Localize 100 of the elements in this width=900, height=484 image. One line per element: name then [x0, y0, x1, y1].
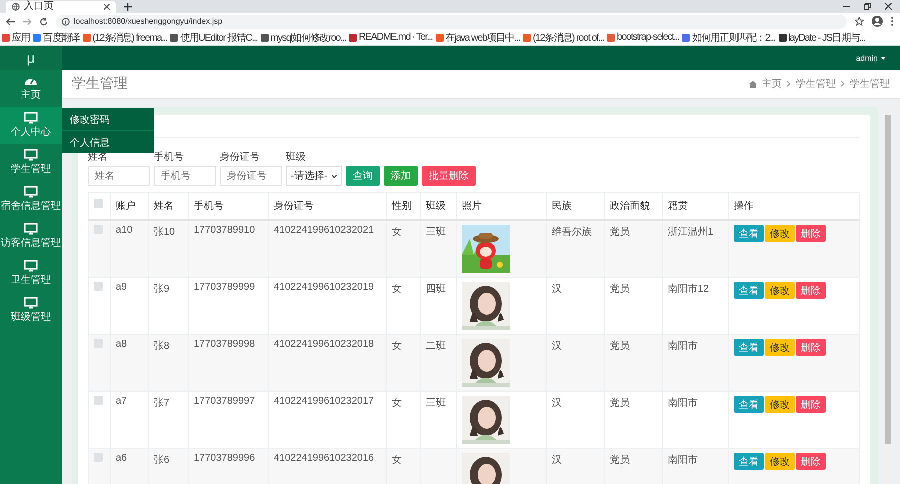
breadcrumb-link[interactable]: 学生管理	[850, 77, 890, 91]
bookmark-link[interactable]: 使用UEditor 报错C...	[180, 30, 258, 44]
row-action-button[interactable]: 查看	[734, 396, 764, 413]
bookmark-link[interactable]: mysql如何修改roo...	[270, 30, 346, 44]
action-button[interactable]: 批量删除	[422, 166, 476, 186]
sidebar-item[interactable]: 访客信息管理	[0, 218, 62, 255]
bookmark-link[interactable]: (12条消息) freema...	[92, 30, 168, 44]
submenu-item[interactable]: 修改密码	[62, 108, 154, 130]
table-cell: a6	[110, 448, 148, 484]
table-cell: 党员	[604, 448, 662, 484]
table-cell: a10	[110, 220, 148, 278]
field-label: 身份证号	[220, 151, 261, 164]
sidebar-item[interactable]: 主页	[0, 70, 62, 107]
home-icon	[749, 80, 757, 88]
row-action-button[interactable]: 删除	[796, 339, 826, 356]
sidebar-item[interactable]: 宿舍信息管理	[0, 181, 62, 218]
page-title: 学生管理	[72, 75, 128, 93]
table-cell: 党员	[604, 334, 662, 392]
bookmark-link[interactable]: 在java web项目中...	[446, 30, 520, 44]
table-cell: 410224199610232018	[268, 334, 386, 392]
close-icon[interactable]	[885, 3, 892, 10]
row-action-button[interactable]: 修改	[765, 339, 795, 356]
table-cell: 汉	[546, 448, 604, 484]
monitor-icon	[24, 149, 38, 161]
sidebar-item[interactable]: 班级管理	[0, 292, 62, 329]
bookmark-link[interactable]: 如何用正则匹配：2...	[692, 30, 776, 44]
row-action-button[interactable]: 删除	[796, 396, 826, 413]
reload-icon[interactable]	[40, 18, 48, 26]
restore-icon[interactable]	[864, 3, 871, 10]
bookmark-icon	[170, 34, 178, 42]
monitor-icon	[24, 186, 38, 198]
bookmark-link[interactable]: 应用	[12, 30, 30, 44]
search-field[interactable]: 姓名	[88, 166, 150, 186]
table-cell: 汉	[546, 334, 604, 392]
checkbox[interactable]	[94, 339, 103, 348]
checkbox[interactable]	[94, 225, 103, 234]
table-cell: 张10	[148, 220, 188, 278]
checkbox[interactable]	[94, 282, 103, 291]
row-action-button[interactable]: 删除	[796, 453, 826, 470]
bookmark-icon	[682, 34, 690, 42]
table-cell: 女	[386, 448, 420, 484]
row-action-button[interactable]: 查看	[734, 282, 764, 299]
row-action-button[interactable]: 查看	[734, 339, 764, 356]
bookmark-icon	[260, 34, 269, 42]
row-action-button[interactable]: 删除	[796, 282, 826, 299]
table-cell: 浙江温州1	[662, 220, 728, 278]
monitor-icon	[24, 112, 38, 124]
close-icon[interactable]	[104, 4, 110, 10]
breadcrumb-link[interactable]: 主页	[762, 77, 782, 91]
table-cell: 17703789910	[188, 220, 268, 278]
checkbox[interactable]	[94, 199, 103, 208]
browser-tab[interactable]: 入口页	[6, 1, 116, 13]
action-button[interactable]: 查询	[346, 166, 380, 186]
row-action-button[interactable]: 删除	[796, 225, 826, 242]
avatar-icon[interactable]	[872, 16, 883, 27]
table-cell: 党员	[604, 220, 662, 278]
table-cell: 南阳市	[662, 448, 728, 484]
row-action-button[interactable]: 修改	[765, 453, 795, 470]
bookmark-link[interactable]: layDate - JS日期与...	[788, 30, 866, 44]
row-action-button[interactable]: 修改	[765, 396, 795, 413]
table-cell: 410224199610232016	[268, 448, 386, 484]
search-field[interactable]: 手机号	[154, 166, 216, 186]
new-tab-icon[interactable]	[124, 3, 132, 11]
class-select[interactable]: -请选择-	[286, 166, 342, 186]
back-icon[interactable]	[6, 18, 15, 26]
user-menu[interactable]: admin	[856, 54, 886, 62]
sidebar-item[interactable]: 卫生管理	[0, 255, 62, 292]
bookmark-link[interactable]: (12条消息) root of...	[532, 30, 604, 44]
address-field[interactable]: localhost:8080/xueshenggongyu/index.jsp	[56, 14, 847, 28]
breadcrumb-link[interactable]: 学生管理	[796, 77, 836, 91]
table-cell: 三班	[420, 220, 456, 278]
row-action-button[interactable]: 查看	[734, 453, 764, 470]
sidebar-item[interactable]: 学生管理	[0, 144, 62, 181]
table-cell: 女	[386, 334, 420, 392]
bookmark-icon	[778, 34, 787, 42]
row-action-button[interactable]: 修改	[765, 282, 795, 299]
bookmark-icon	[82, 34, 91, 42]
row-action-button[interactable]: 修改	[765, 225, 795, 242]
monitor-icon	[24, 260, 38, 272]
bookmark-link[interactable]: 百度翻译	[43, 30, 80, 44]
monitor-icon	[24, 297, 38, 309]
row-action-button[interactable]: 查看	[734, 225, 764, 242]
bookmark-link[interactable]: bootstrap-select...	[617, 32, 680, 43]
logo: μ	[0, 46, 62, 70]
table-cell: a8	[110, 334, 148, 392]
checkbox[interactable]	[94, 453, 103, 462]
field-label: 班级	[286, 150, 307, 164]
menu-icon[interactable]	[891, 17, 894, 26]
caret-icon	[881, 56, 886, 60]
bookmark-link[interactable]: README.md · Ter...	[359, 32, 433, 43]
checkbox[interactable]	[94, 396, 103, 405]
star-icon[interactable]	[855, 17, 864, 26]
submenu-item[interactable]: 个人信息	[62, 130, 154, 153]
sidebar-item[interactable]: 个人中心	[0, 107, 62, 144]
globe-icon	[12, 3, 20, 11]
table-cell: 张8	[148, 334, 188, 392]
bookmark-icon	[522, 34, 531, 42]
action-button[interactable]: 添加	[384, 166, 418, 186]
field-label: 手机号	[154, 150, 185, 164]
search-field[interactable]: 身份证号	[220, 166, 282, 186]
